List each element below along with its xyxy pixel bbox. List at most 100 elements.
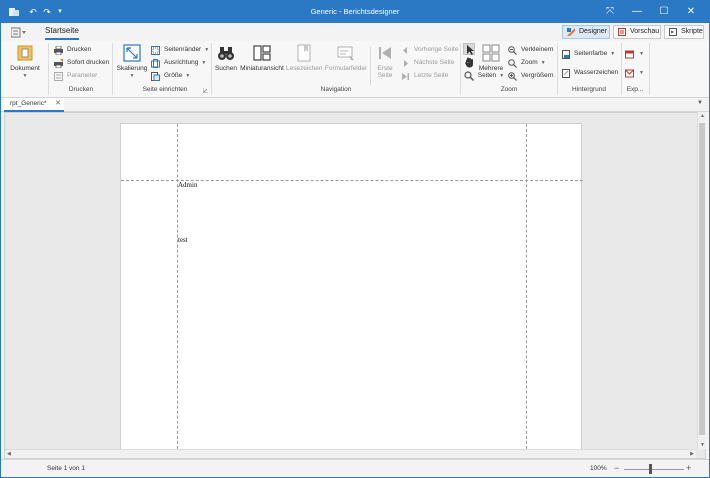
document-label: Dokument: [10, 65, 40, 72]
pointer-tool-button[interactable]: [463, 43, 475, 55]
first-page-button[interactable]: Erste Seite: [373, 44, 397, 79]
document-tab-label: rpt_Generic*: [10, 100, 47, 107]
title-bar: ↶ ↷ ▾ Generic - Berichtsdesigner ⤧ — ☐ ✕: [1, 1, 709, 23]
report-canvas[interactable]: Admin test: [4, 112, 706, 459]
dialog-launcher-icon[interactable]: [203, 88, 208, 93]
margins-dropdown-icon: ▼: [204, 47, 210, 53]
active-tab-indicator: [45, 38, 79, 40]
group-separator: [48, 43, 49, 95]
orientation-label: Ausrichtung: [164, 59, 199, 66]
multiple-pages-label-1: Mehrere: [478, 65, 504, 72]
first-page-label-1: Erste: [377, 65, 393, 72]
magnifier-tool-icon[interactable]: [464, 71, 474, 81]
zoom-minus-icon[interactable]: −: [614, 463, 619, 473]
margins-button[interactable]: Seitenränder ▼: [151, 44, 209, 56]
minimize-button[interactable]: —: [624, 3, 650, 21]
search-button[interactable]: Suchen: [214, 44, 238, 72]
next-page-icon: [404, 60, 408, 67]
thumbnails-label: Miniaturansicht: [240, 65, 284, 72]
group-label-zoom: Zoom: [500, 86, 518, 93]
document-button[interactable]: Dokument ▼: [9, 44, 41, 79]
thumbnails-button[interactable]: Miniaturansicht: [239, 44, 285, 72]
close-tab-icon[interactable]: ✕: [55, 98, 61, 110]
orientation-icon: [151, 59, 160, 68]
prev-page-button[interactable]: Vorherige Seite: [401, 44, 458, 56]
watermark-button[interactable]: Wasserzeichen: [562, 67, 618, 79]
report-field-test[interactable]: test: [178, 236, 188, 244]
maximize-button[interactable]: ☐: [651, 3, 677, 21]
parameters-button[interactable]: Parameter: [54, 70, 97, 82]
scroll-left-icon[interactable]: ◀: [7, 450, 11, 459]
report-page: Admin test: [120, 123, 583, 458]
ribbon: Dokument ▼ Drucken Sofort drucken Parame…: [1, 41, 709, 98]
status-bar: Seite 1 von 1 100% − +: [1, 459, 709, 477]
multiple-pages-dropdown-icon: ▼: [499, 73, 505, 79]
send-button[interactable]: ▼: [625, 67, 644, 79]
app-menu-icon[interactable]: [11, 27, 27, 38]
print-button[interactable]: Drucken: [54, 44, 91, 56]
zoom-plus-icon[interactable]: +: [686, 463, 691, 473]
close-button[interactable]: ✕: [678, 3, 704, 21]
tab-list-dropdown-icon[interactable]: ▼: [697, 100, 703, 106]
orientation-button[interactable]: Ausrichtung ▼: [151, 57, 206, 69]
zoom-out-button[interactable]: Verkleinern: [508, 44, 554, 56]
send-dropdown-icon: ▼: [639, 70, 644, 76]
scroll-right-icon[interactable]: ▶: [690, 450, 694, 459]
preview-button[interactable]: Vorschau: [613, 25, 661, 39]
quick-print-button[interactable]: Sofort drucken: [54, 57, 109, 69]
restore-layout-icon[interactable]: ⤧: [597, 3, 623, 21]
main-window: ↶ ↷ ▾ Generic - Berichtsdesigner ⤧ — ☐ ✕…: [0, 0, 710, 478]
scroll-down-icon[interactable]: ▼: [698, 442, 707, 448]
page-color-button[interactable]: Seitenfarbe ▼: [562, 48, 615, 60]
prev-page-label: Vorherige Seite: [414, 46, 459, 53]
bookmarks-label: Lesezeichen: [286, 65, 323, 72]
scripts-label: Skripte: [681, 28, 703, 35]
zoom-in-icon: [508, 72, 517, 81]
watermark-label: Wasserzeichen: [574, 69, 619, 76]
group-separator: [460, 43, 461, 95]
multiple-pages-label-2: Seiten: [477, 72, 497, 79]
zoom-slider-thumb[interactable]: [649, 464, 652, 474]
multiple-pages-icon: [482, 44, 500, 62]
export-button[interactable]: ▼: [625, 48, 644, 60]
zoom-button[interactable]: Zoom ▼: [508, 57, 546, 69]
zoom-icon: [508, 59, 517, 68]
size-button[interactable]: Größe ▼: [151, 70, 190, 82]
last-page-button[interactable]: Letzte Seite: [401, 70, 448, 82]
bookmarks-button[interactable]: Lesezeichen: [286, 44, 323, 72]
group-separator: [112, 43, 113, 95]
scripts-button[interactable]: Skripte: [664, 25, 704, 39]
bookmark-icon: [297, 44, 311, 62]
scroll-up-icon[interactable]: ▲: [698, 113, 707, 119]
vertical-scroll-thumb[interactable]: [699, 123, 705, 435]
group-separator: [370, 47, 371, 85]
horizontal-scrollbar[interactable]: ◀ ▶: [5, 449, 696, 458]
next-page-button[interactable]: Nächste Seite: [401, 57, 454, 69]
designer-icon: [567, 28, 575, 36]
first-page-icon: [379, 47, 391, 59]
report-field-admin[interactable]: Admin: [178, 181, 197, 189]
zoom-in-button[interactable]: Vergrößern: [508, 70, 554, 82]
scaling-button[interactable]: Skalierung ▼: [115, 44, 149, 79]
thumbnails-icon: [253, 45, 271, 61]
vertical-scrollbar[interactable]: ▲ ▼: [697, 112, 706, 449]
tab-startseite[interactable]: Startseite: [45, 26, 79, 35]
multiple-pages-button[interactable]: Mehrere Seiten ▼: [477, 44, 505, 79]
next-page-label: Nächste Seite: [414, 59, 455, 66]
preview-label: Vorschau: [630, 28, 660, 35]
form-fields-button[interactable]: Formularfelder: [324, 44, 368, 72]
hand-tool-icon[interactable]: [464, 57, 475, 68]
designer-button[interactable]: Designer: [562, 25, 610, 39]
last-page-label: Letzte Seite: [414, 72, 449, 79]
ribbon-header: Startseite Designer Vorschau Skripte: [1, 23, 709, 41]
zoom-out-icon: [508, 46, 517, 55]
zoom-label: Zoom: [521, 59, 538, 66]
scaling-dropdown-icon: ▼: [129, 73, 135, 79]
zoom-out-label: Verkleinern: [521, 46, 554, 53]
group-separator: [649, 43, 650, 95]
group-label-navigation: Navigation: [320, 86, 352, 93]
margin-guide-right: [526, 124, 527, 458]
first-page-label-2: Seite: [377, 72, 393, 79]
tab-rpt-generic[interactable]: rpt_Generic* ✕: [4, 98, 64, 112]
zoom-slider-track[interactable]: [624, 469, 684, 470]
